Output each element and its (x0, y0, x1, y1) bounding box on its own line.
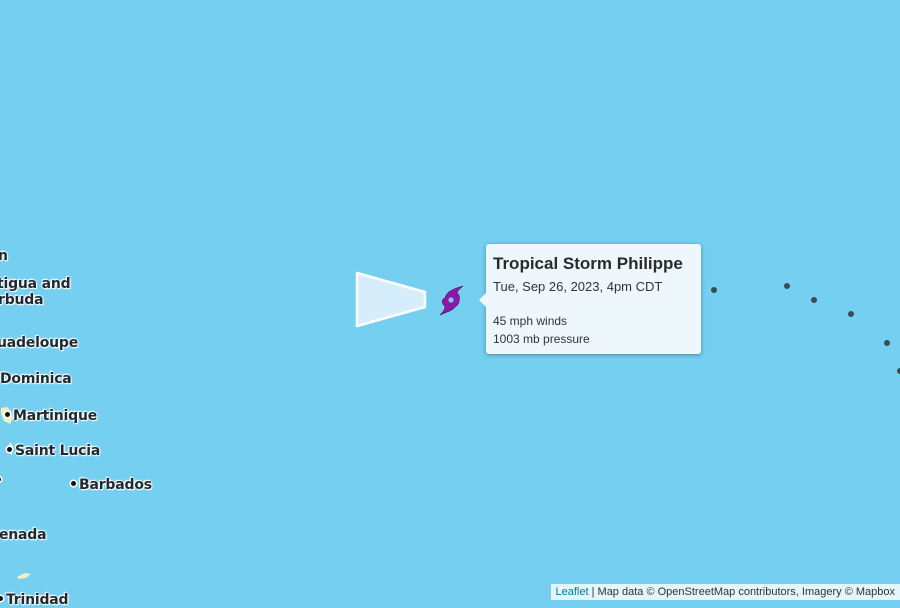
place-label-saint-lucia: Saint Lucia (7, 443, 100, 459)
map-attribution: Leaflet | Map data © OpenStreetMap contr… (550, 584, 900, 600)
storm-pressure: 1003 mb pressure (493, 332, 590, 346)
place-label-anguilla-fragment: n (0, 248, 8, 264)
land-areas (1, 407, 31, 579)
track-point[interactable] (784, 283, 790, 289)
city-dot (7, 446, 12, 452)
place-label-trinidad: Trinidad (0, 592, 69, 608)
attribution-text: Map data © OpenStreetMap contributors, I… (597, 586, 895, 598)
track-point[interactable] (711, 287, 717, 293)
popup-tip (479, 293, 486, 307)
place-label-barbuda: rbuda (0, 292, 44, 308)
tropical-storm-icon[interactable] (439, 285, 464, 316)
attribution-separator: | (588, 586, 598, 598)
place-label-martinique: Martinique (5, 408, 97, 424)
place-label-barbados: Barbados (71, 477, 152, 493)
city-dot-saint-vincent (0, 473, 4, 489)
track-point[interactable] (811, 297, 817, 303)
storm-winds: 45 mph winds (493, 314, 568, 328)
forecast-cone[interactable] (355, 271, 427, 328)
track-point[interactable] (848, 311, 854, 317)
city-dot (5, 411, 10, 417)
storm-datetime: Tue, Sep 26, 2023, 4pm CDT (493, 279, 663, 294)
place-label-guadeloupe: uadeloupe (0, 335, 79, 351)
track-point[interactable] (884, 340, 890, 346)
leaflet-link[interactable]: Leaflet (556, 586, 589, 598)
place-label-grenada: enada (0, 527, 47, 543)
storm-name: Tropical Storm Philippe (493, 254, 683, 273)
storm-info-popup[interactable]: Tropical Storm Philippe Tue, Sep 26, 202… (479, 244, 701, 354)
city-dot (71, 480, 76, 486)
place-label-dominica: Dominica (0, 371, 72, 387)
trinidad-land (17, 573, 31, 579)
map-canvas[interactable] (0, 0, 900, 600)
place-label-antigua: tigua and (0, 276, 71, 292)
